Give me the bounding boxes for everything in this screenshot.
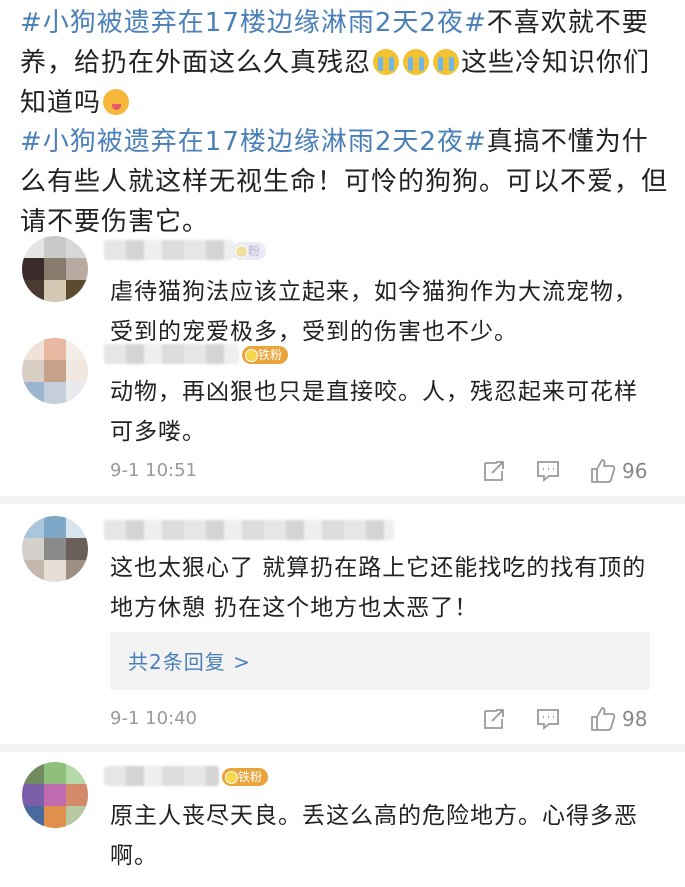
avatar-mosaic-tile	[22, 516, 44, 538]
avatar-mosaic-tile	[66, 280, 88, 302]
avatar-mosaic-tile	[66, 360, 88, 382]
avatar-mosaic-tile	[66, 258, 88, 280]
like-button[interactable]: 98	[590, 704, 647, 734]
repost-icon[interactable]	[482, 704, 506, 734]
avatar-mosaic-tile	[44, 516, 66, 538]
comment-meta: 9-1 10:40 98	[110, 704, 655, 734]
avatar-mosaic-tile	[22, 338, 44, 360]
username-blurred[interactable]	[104, 344, 239, 364]
comment-text: 虐待猫狗法应该立起来，如今猫狗作为大流宠物，受到的宠爱极多，受到的伤害也不少。	[110, 279, 638, 345]
avatar[interactable]	[22, 236, 88, 302]
comment-text: 这也太狠心了 就算扔在路上它还能找吃的找有顶的地方休憩 扔在这个地方也太恶了！	[110, 555, 647, 621]
avatar-mosaic-tile	[22, 784, 44, 806]
hashtag-link[interactable]: #小狗被遗弃在17楼边缘淋雨2天2夜#	[20, 8, 487, 38]
avatar-mosaic-tile	[44, 538, 66, 560]
comment-text: 动物，再凶狠也只是直接咬。人，残忍起来可花样可多喽。	[110, 379, 638, 445]
like-count: 96	[622, 459, 648, 483]
fan-badge: 铁粉	[242, 346, 289, 364]
crying-face-icon	[373, 49, 400, 75]
avatar-mosaic-tile	[44, 784, 66, 806]
avatar[interactable]	[22, 338, 88, 404]
view-replies-link[interactable]: 共2条回复 >	[128, 646, 251, 675]
avatar-mosaic-tile	[44, 762, 66, 784]
avatar-mosaic-tile	[22, 560, 44, 582]
divider	[0, 744, 685, 752]
avatar[interactable]	[22, 516, 88, 582]
avatar-mosaic-tile	[44, 560, 66, 582]
comment-meta: 9-1 10:51 96	[110, 456, 655, 486]
avatar-mosaic-tile	[22, 806, 44, 828]
avatar[interactable]	[22, 762, 88, 828]
repost-text-2: #小狗被遗弃在17楼边缘淋雨2天2夜#真搞不懂为什么有些人就这样无视生命！可怜的…	[20, 122, 670, 242]
avatar-mosaic-tile	[22, 762, 44, 784]
fan-badge: 粉	[232, 242, 267, 260]
avatar-mosaic-tile	[22, 258, 44, 280]
avatar-mosaic-tile	[22, 360, 44, 382]
avatar-mosaic-tile	[22, 382, 44, 404]
crying-face-icon	[433, 49, 460, 75]
hashtag-link[interactable]: #小狗被遗弃在17楼边缘淋雨2天2夜#	[20, 127, 487, 157]
weibo-comments-screenshot: #小狗被遗弃在17楼边缘淋雨2天2夜#不喜欢就不要养，给扔在外面这么久真残忍 这些…	[0, 0, 685, 887]
username-blurred[interactable]	[104, 766, 219, 786]
avatar-mosaic-tile	[44, 280, 66, 302]
avatar-mosaic-tile	[66, 560, 88, 582]
comment-text: 原主人丧尽天良。丢这么高的危险地方。心得多恶啊。	[110, 803, 638, 869]
avatar-mosaic-tile	[66, 516, 88, 538]
thumbs-up-icon	[590, 706, 616, 732]
thumbs-up-icon	[590, 458, 616, 484]
repost-icon[interactable]	[482, 456, 506, 486]
avatar-mosaic-tile	[22, 280, 44, 302]
comment-timestamp: 9-1 10:51	[110, 460, 197, 481]
like-button[interactable]: 96	[590, 456, 647, 486]
avatar-mosaic-tile	[44, 382, 66, 404]
avatar-mosaic-tile	[66, 338, 88, 360]
repost-text-1: #小狗被遗弃在17楼边缘淋雨2天2夜#不喜欢就不要养，给扔在外面这么久真残忍 这些…	[20, 3, 670, 123]
fan-badge: 铁粉	[222, 768, 269, 786]
avatar-mosaic-tile	[44, 236, 66, 258]
like-count: 98	[622, 707, 648, 731]
avatar-mosaic-tile	[44, 338, 66, 360]
avatar-mosaic-tile	[22, 538, 44, 560]
avatar-mosaic-tile	[66, 762, 88, 784]
avatar-mosaic-tile	[44, 806, 66, 828]
comment-timestamp: 9-1 10:40	[110, 708, 197, 729]
avatar-mosaic-tile	[66, 538, 88, 560]
crying-face-icon	[403, 49, 430, 75]
yum-face-icon	[103, 89, 130, 115]
avatar-mosaic-tile	[66, 806, 88, 828]
avatar-mosaic-tile	[66, 784, 88, 806]
avatar-mosaic-tile	[44, 258, 66, 280]
avatar-mosaic-tile	[66, 382, 88, 404]
comment-icon[interactable]	[536, 704, 560, 734]
username-blurred[interactable]	[104, 240, 234, 260]
reply-summary-box[interactable]: 共2条回复 >	[110, 632, 650, 690]
username-blurred[interactable]	[104, 520, 394, 540]
comment-icon[interactable]	[536, 456, 560, 486]
avatar-mosaic-tile	[44, 360, 66, 382]
divider	[0, 496, 685, 504]
